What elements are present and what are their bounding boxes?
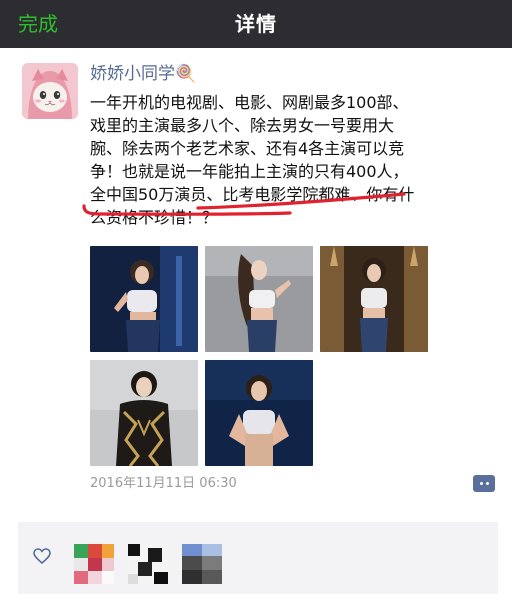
avatar-cat-image: [22, 63, 78, 119]
photo-5[interactable]: [205, 360, 313, 466]
post-text: 一年开机的电视剧、电影、网剧最多100部、 戏里的主演最多八个、除去男女一号要用…: [90, 93, 415, 227]
photo-4[interactable]: [90, 360, 198, 466]
liker-avatar-1[interactable]: [74, 544, 114, 584]
liker-avatar-3[interactable]: [182, 544, 222, 584]
photo-1[interactable]: [90, 246, 198, 352]
heart-outline-icon: [33, 548, 51, 565]
moments-post: 娇娇小同学🍭 一年开机的电视剧、电影、网剧最多100部、 戏里的主演最多八个、除…: [0, 48, 512, 616]
liker-avatar-2[interactable]: [128, 544, 168, 584]
photo-3[interactable]: [320, 246, 428, 352]
page-title: 详情: [235, 12, 277, 36]
avatar[interactable]: [22, 63, 78, 119]
comment-more-icon[interactable]: [473, 475, 495, 492]
photo-2[interactable]: [205, 246, 313, 352]
post-timestamp: 2016年11月11日 06:30: [90, 476, 237, 491]
done-button[interactable]: 完成: [18, 10, 58, 38]
author-name[interactable]: 娇娇小同学🍭: [90, 62, 196, 86]
likes-section: [18, 522, 498, 594]
nav-bar: 完成 详情: [0, 0, 512, 48]
